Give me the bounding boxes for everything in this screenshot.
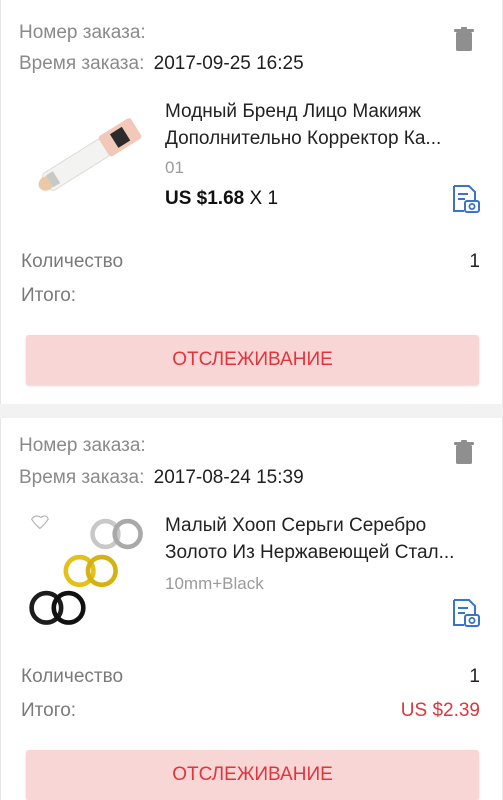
order-details-icon[interactable] [450,598,480,628]
product-title-line2: Дополнительно Корректор Ка... [165,128,442,149]
product-title[interactable]: Малый Хооп Серьги Серебро Золото Из Нерж… [165,512,483,566]
total-value: US $2.39 [400,700,480,721]
product-title[interactable]: Модный Бренд Лицо Макияж Дополнительно К… [165,98,483,152]
product-title-line2: Золото Из Нержавеющей Стал... [165,542,455,563]
order-time-label: Время заказа: [19,467,145,488]
track-order-button[interactable]: ОТСЛЕЖИВАНИЕ [26,750,479,800]
price-row: US $1.68 X 1 [165,188,278,210]
order-number-label: Номер заказа: [19,435,146,456]
order-number-label: Номер заказа: [19,22,146,43]
order-number-row: Номер заказа: [19,435,150,457]
order-time-row: Время заказа: 2017-08-24 15:39 [19,467,304,489]
order-details-icon[interactable] [450,184,480,214]
product-variant: 01 [165,158,184,177]
quantity-label: Количество [21,251,124,272]
product-variant: 10mm+Black [165,574,264,593]
order-card: Номер заказа: Время заказа: 2017-08-24 1… [0,418,503,800]
total-label: Итого: [21,700,77,721]
quantity-value: 1 [469,251,480,272]
trash-icon[interactable] [454,440,474,464]
concealer-pen-image[interactable] [21,98,153,218]
unit-price: US $1.68 [165,188,245,209]
total-label: Итого: [21,285,77,306]
quantity-label: Количество [21,666,124,687]
product-title-line1: Малый Хооп Серьги Серебро [165,515,427,536]
order-time-value: 2017-08-24 15:39 [153,467,304,488]
trash-icon[interactable] [454,27,474,51]
order-time-value: 2017-09-25 16:25 [153,53,304,74]
quantity-value: 1 [469,666,480,687]
order-time-label: Время заказа: [19,53,145,74]
order-number-row: Номер заказа: [19,22,150,44]
hoop-earrings-image[interactable] [21,510,153,630]
track-order-button[interactable]: ОТСЛЕЖИВАНИЕ [26,335,479,385]
product-title-line1: Модный Бренд Лицо Макияж [165,101,421,122]
order-time-row: Время заказа: 2017-09-25 16:25 [19,53,304,75]
order-card: Номер заказа: Время заказа: 2017-09-25 1… [0,0,503,404]
quantity-multiplier: X 1 [249,188,279,209]
